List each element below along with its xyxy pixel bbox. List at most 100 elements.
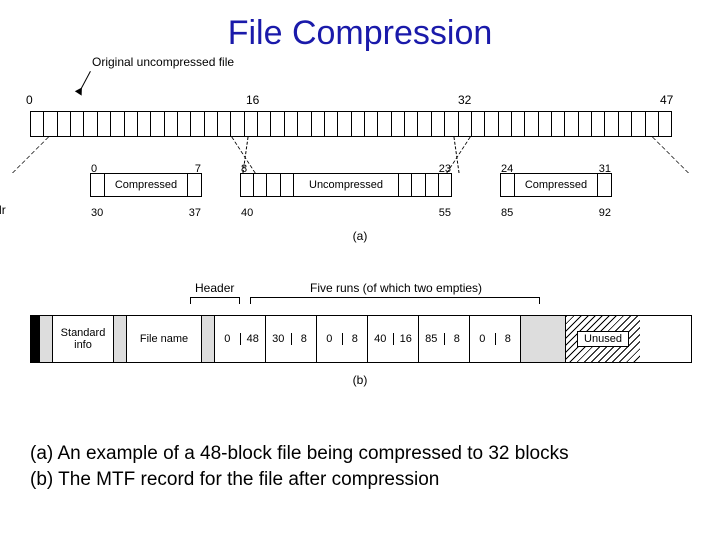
label-runs: Five runs (of which two empties) (310, 281, 482, 295)
group-label: Compressed (111, 174, 181, 196)
run-addr: 85 (419, 333, 445, 345)
block-cell (565, 112, 578, 136)
block-cell (31, 112, 44, 136)
group-addr-left: 85 (501, 202, 513, 224)
block-cell (512, 112, 525, 136)
block-cell (459, 112, 472, 136)
tick-16: 16 (246, 93, 259, 107)
record-gap (114, 316, 127, 362)
group-cell (412, 174, 425, 196)
record-run: 08 (317, 316, 368, 362)
block-cell (485, 112, 498, 136)
block-cell (418, 112, 431, 136)
run-len: 8 (496, 333, 521, 345)
group-label: Uncompressed (305, 174, 387, 196)
block-cell (58, 112, 71, 136)
record-field: File name (127, 316, 202, 362)
block-cell (605, 112, 618, 136)
block-cell (245, 112, 258, 136)
run-addr: 0 (470, 333, 496, 345)
run-addr: 30 (266, 333, 292, 345)
arrow-label: Original uncompressed file (92, 55, 234, 69)
group-uncompressed: 8 23 Uncompressed 40 55 (240, 173, 452, 197)
group-addr-right: 55 (439, 202, 451, 224)
group-cell (386, 174, 399, 196)
block-cell (151, 112, 164, 136)
run-addr: 40 (368, 333, 394, 345)
block-cell (191, 112, 204, 136)
group-addr-right: 92 (599, 202, 611, 224)
unused-label: Unused (577, 331, 629, 347)
record-field: Standard info (53, 316, 114, 362)
diagram-b: Header Five runs (of which two empties) … (20, 281, 700, 411)
block-cell (125, 112, 138, 136)
block-cell (552, 112, 565, 136)
record-run: 858 (419, 316, 470, 362)
block-cell (205, 112, 218, 136)
run-len: 16 (394, 333, 419, 345)
caption-block: (a) An example of a 48-block file being … (20, 441, 700, 492)
block-cell (178, 112, 191, 136)
brace-header (190, 297, 240, 304)
record-gap (521, 316, 566, 362)
fig-b-caption: (b) (20, 373, 700, 387)
run-len: 8 (445, 333, 470, 345)
group-addr-right: 37 (189, 202, 201, 224)
label-header: Header (195, 281, 234, 295)
block-cell (432, 112, 445, 136)
arrow-line (80, 71, 114, 103)
block-cell (231, 112, 244, 136)
tick-0: 0 (26, 93, 33, 107)
block-cell (312, 112, 325, 136)
block-cell (405, 112, 418, 136)
record-run: 4016 (368, 316, 419, 362)
run-len: 48 (241, 333, 266, 345)
block-cell (392, 112, 405, 136)
block-cell (98, 112, 111, 136)
block-cell (378, 112, 391, 136)
group-top-left: 0 (91, 158, 97, 180)
group-cell (267, 174, 280, 196)
disk-addr-label: Disk addr (0, 203, 6, 217)
group-top-right: 7 (195, 158, 201, 180)
tick-32: 32 (458, 93, 471, 107)
group-top-left: 8 (241, 158, 247, 180)
group-addr-left: 40 (241, 202, 253, 224)
page-title: File Compression (20, 14, 700, 53)
block-cell (499, 112, 512, 136)
group-top-right: 31 (599, 158, 611, 180)
mtf-record: Standard infoFile name04830808401685808U… (30, 315, 692, 363)
record-gap (202, 316, 215, 362)
record-run: 308 (266, 316, 317, 362)
block-cell (619, 112, 632, 136)
block-cell (472, 112, 485, 136)
block-cell (271, 112, 284, 136)
block-cell (71, 112, 84, 136)
block-cell (579, 112, 592, 136)
group-compressed-2: 24 31 Compressed 85 92 (500, 173, 612, 197)
block-cell (365, 112, 378, 136)
block-cell (338, 112, 351, 136)
group-addr-left: 30 (91, 202, 103, 224)
connector-line (12, 137, 49, 173)
group-cell (254, 174, 267, 196)
block-cell (325, 112, 338, 136)
run-len: 8 (343, 333, 368, 345)
block-cell (632, 112, 645, 136)
block-cell (659, 112, 671, 136)
record-black-bar (31, 316, 40, 362)
run-addr: 0 (317, 333, 343, 345)
original-file-strip (30, 111, 672, 137)
block-cell (111, 112, 124, 136)
record-unused: Unused (566, 316, 640, 362)
fig-a-caption: (a) (20, 229, 700, 243)
block-cell (165, 112, 178, 136)
record-run: 08 (470, 316, 521, 362)
block-cell (539, 112, 552, 136)
brace-runs (250, 297, 540, 304)
group-cell (426, 174, 439, 196)
record-gap (40, 316, 53, 362)
block-cell (352, 112, 365, 136)
caption-b: (b) The MTF record for the file after co… (30, 467, 700, 493)
tick-47: 47 (660, 93, 673, 107)
